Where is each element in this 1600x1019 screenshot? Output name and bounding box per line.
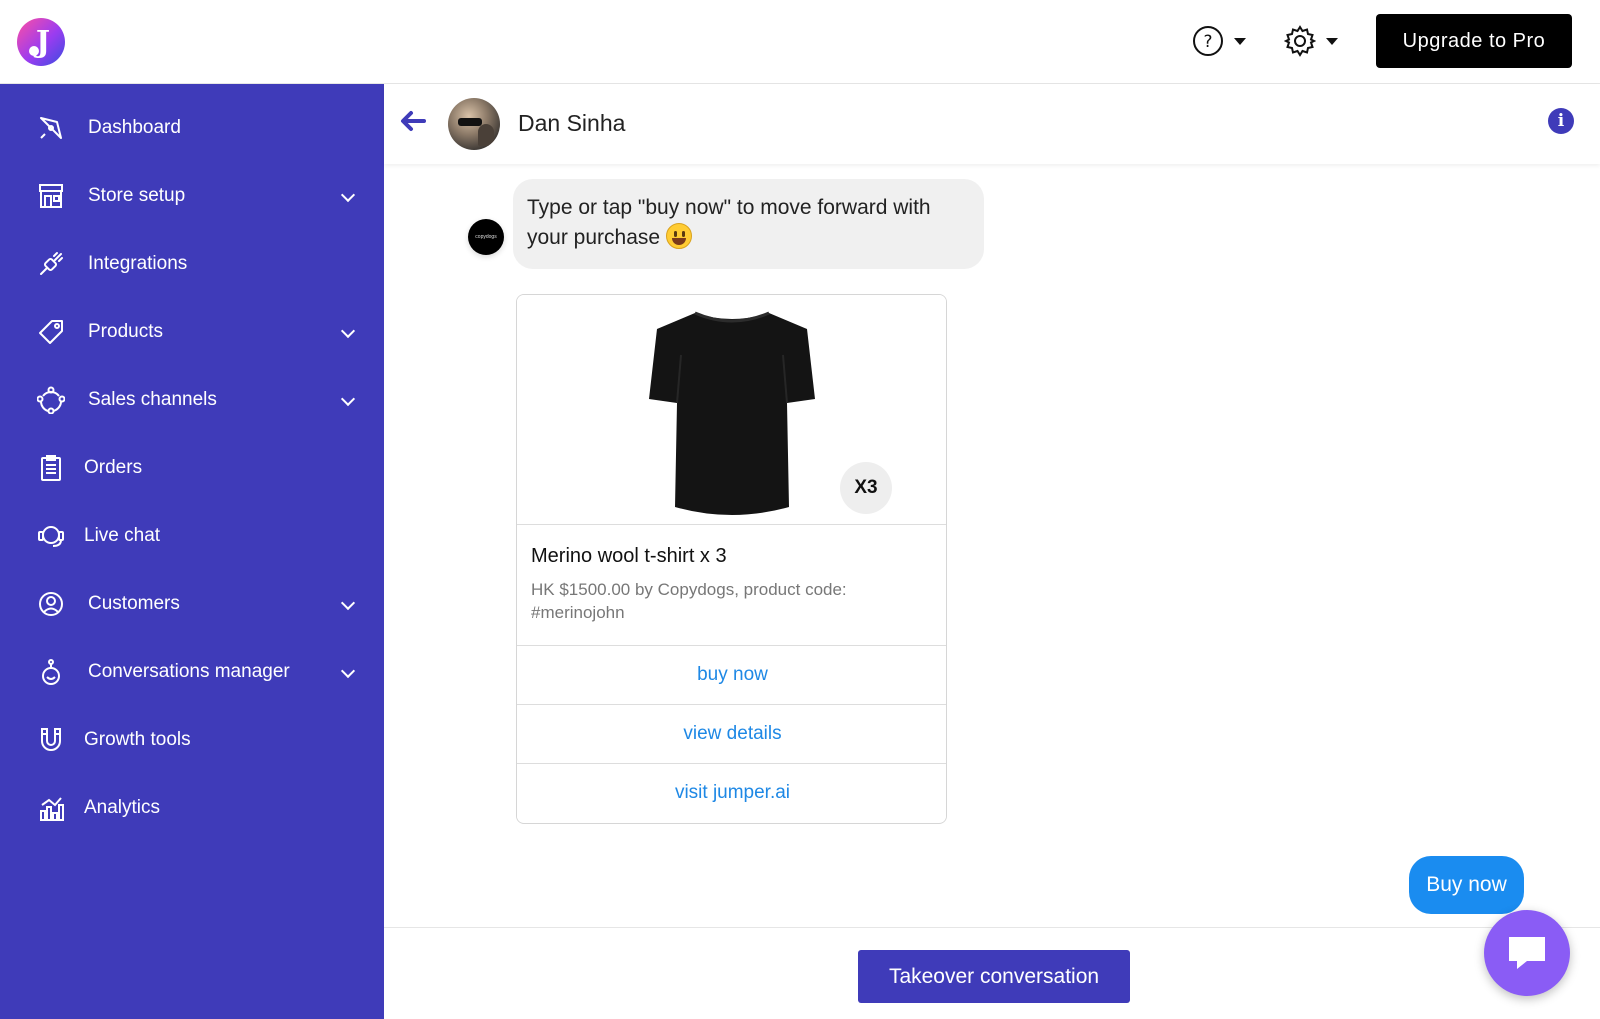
chevron-down-icon <box>1234 37 1246 45</box>
sidebar-item-label: Store setup <box>88 185 186 206</box>
sidebar-item-growth-tools[interactable]: Growth tools <box>0 712 384 768</box>
svg-text:?: ? <box>1203 32 1212 52</box>
product-card: X3 Merino wool t-shirt x 3 HK $1500.00 b… <box>516 294 947 824</box>
logo-dot <box>29 46 39 56</box>
avatar-detail <box>478 124 494 146</box>
rocket-icon <box>36 113 66 143</box>
chat-bubble-icon <box>1509 937 1545 969</box>
outgoing-message-bubble: Buy now <box>1409 856 1524 914</box>
live-chat-launcher[interactable] <box>1484 910 1570 996</box>
contact-name: Dan Sinha <box>518 110 626 136</box>
magnet-icon <box>36 725 66 755</box>
clipboard-icon <box>36 453 66 483</box>
upgrade-to-pro-button[interactable]: Upgrade to Pro <box>1376 14 1572 68</box>
avatar-detail <box>458 118 482 126</box>
chevron-down-icon <box>340 323 356 339</box>
settings-menu[interactable] <box>1284 24 1338 58</box>
sidebar-item-products[interactable]: Products <box>0 304 384 360</box>
quantity-badge: X3 <box>840 462 892 514</box>
incoming-message-text: Type or tap "buy now" to move forward wi… <box>527 196 931 249</box>
smiley-emoji-icon <box>665 223 692 249</box>
store-icon <box>36 181 66 211</box>
bot-icon <box>36 657 66 687</box>
sidebar-item-label: Products <box>88 321 163 342</box>
visit-jumper-button[interactable]: visit jumper.ai <box>517 763 946 822</box>
sidebar-item-store-setup[interactable]: Store setup <box>0 168 384 224</box>
tag-icon <box>36 317 66 347</box>
sidebar-item-label: Live chat <box>84 525 161 546</box>
bot-avatar: copydogs <box>468 219 504 255</box>
logo-letter: J <box>35 24 51 60</box>
sidebar-item-integrations[interactable]: Integrations <box>0 236 384 292</box>
sidebar-item-live-chat[interactable]: Live chat <box>0 508 384 564</box>
view-details-button[interactable]: view details <box>517 704 946 763</box>
top-bar: J ? Upgrade to Pro <box>0 0 1600 84</box>
sidebar-item-label: Integrations <box>88 253 188 274</box>
user-circle-icon <box>36 589 66 619</box>
sidebar-item-label: Growth tools <box>84 729 191 750</box>
sidebar-item-orders[interactable]: Orders <box>0 440 384 496</box>
takeover-conversation-button[interactable]: Takeover conversation <box>858 950 1130 1003</box>
buy-now-button[interactable]: buy now <box>517 645 946 704</box>
channels-icon <box>36 385 66 415</box>
chevron-down-icon <box>340 187 356 203</box>
sidebar-item-analytics[interactable]: Analytics <box>0 780 384 836</box>
chevron-down-icon <box>340 391 356 407</box>
gear-icon <box>1284 25 1316 57</box>
arrow-left-icon <box>401 111 426 131</box>
chat-header: Dan Sinha i <box>384 84 1600 164</box>
sidebar-item-label: Orders <box>84 457 143 478</box>
incoming-message-bubble: Type or tap "buy now" to move forward wi… <box>513 179 984 269</box>
back-button[interactable] <box>400 110 426 137</box>
sidebar-item-label: Dashboard <box>88 117 181 138</box>
chat-footer: Takeover conversation <box>384 927 1600 1019</box>
sidebar-item-conversations-manager[interactable]: Conversations manager <box>0 644 384 700</box>
sidebar-item-label: Customers <box>88 593 180 614</box>
sidebar-item-customers[interactable]: Customers <box>0 576 384 632</box>
sidebar-item-label: Sales channels <box>88 389 217 410</box>
sidebar-item-label: Analytics <box>84 797 161 818</box>
jumper-logo[interactable]: J <box>17 18 65 66</box>
analytics-icon <box>36 793 66 823</box>
product-subtitle: HK $1500.00 by Copydogs, product code: #… <box>531 580 847 622</box>
sidebar-item-label: Conversations manager <box>88 661 290 682</box>
contact-avatar[interactable] <box>448 98 500 150</box>
product-image[interactable]: X3 <box>517 295 946 525</box>
sidebar-item-dashboard[interactable]: Dashboard <box>0 100 384 156</box>
plug-icon <box>36 249 66 279</box>
chevron-down-icon <box>340 663 356 679</box>
info-icon[interactable]: i <box>1548 108 1574 134</box>
sidebar-item-sales-channels[interactable]: Sales channels <box>0 372 384 428</box>
help-circle-icon: ? <box>1193 26 1223 56</box>
product-title: Merino wool t-shirt x 3 <box>531 545 727 567</box>
help-menu[interactable]: ? <box>1192 24 1246 58</box>
headset-icon <box>36 521 66 551</box>
chevron-down-icon <box>1326 37 1338 45</box>
chevron-down-icon <box>340 595 356 611</box>
chat-panel: Dan Sinha i copydogs Type or tap "buy no… <box>384 84 1600 1019</box>
